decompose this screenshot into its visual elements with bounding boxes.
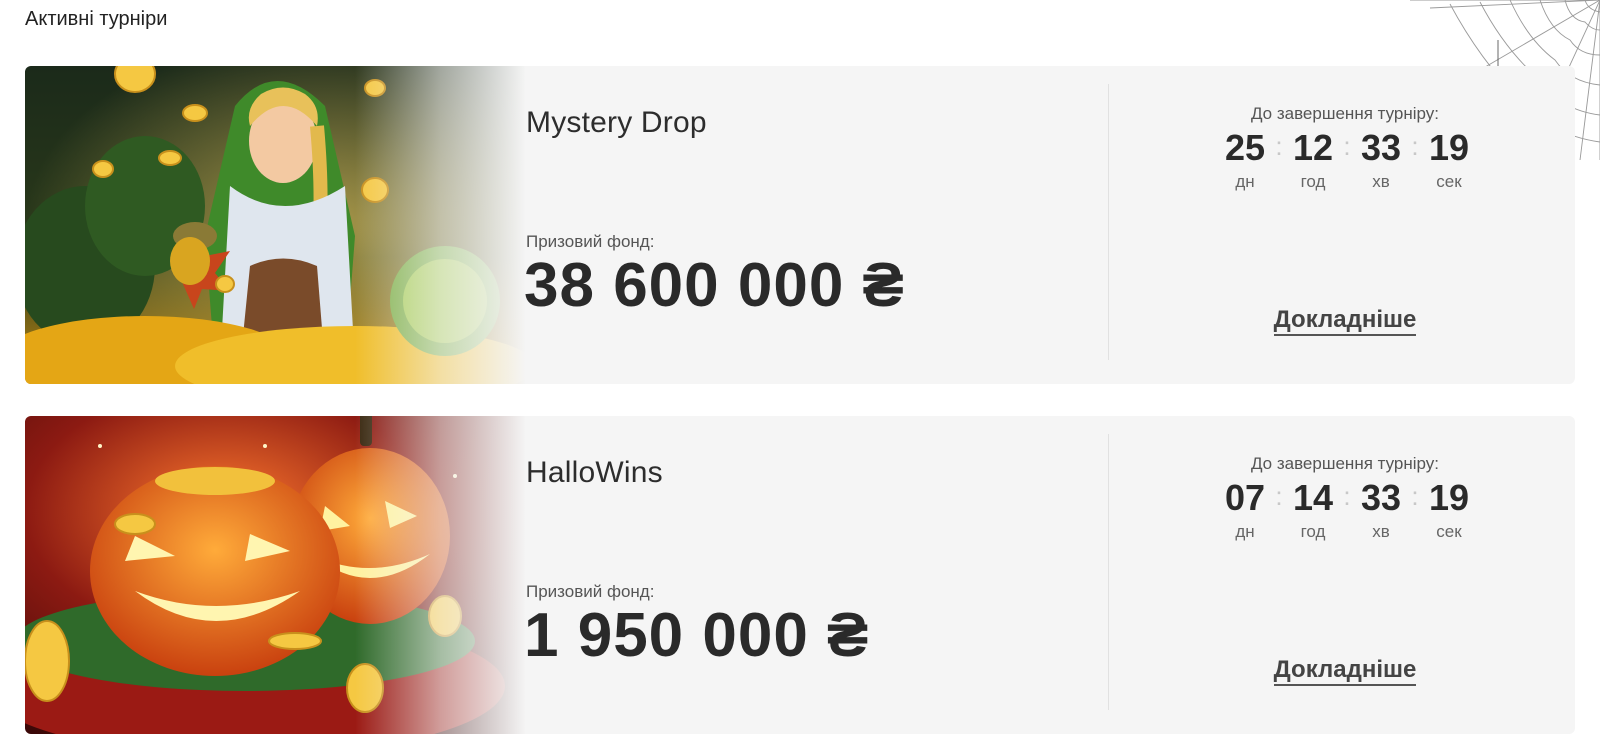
timer-hours: 12 год	[1288, 126, 1338, 192]
tournament-card-mystery-drop[interactable]: Mystery Drop Призовий фонд: 38 600 000 ₴…	[25, 66, 1575, 384]
details-link[interactable]: Докладніше	[1273, 306, 1417, 336]
countdown-timer: 25 дн : 12 год : 33 хв : 19 сек	[1220, 126, 1474, 192]
timer-seconds: 19 сек	[1424, 126, 1474, 192]
tournament-card-hallowins[interactable]: HalloWins Призовий фонд: 1 950 000 ₴ До …	[25, 416, 1575, 734]
prize-fund-label: Призовий фонд:	[526, 582, 655, 601]
prize-fund-value: 38 600 000 ₴	[524, 251, 905, 320]
timer-value: 33	[1360, 477, 1402, 518]
timer-minutes: 33 хв	[1356, 126, 1406, 192]
section-title: Активні турніри	[25, 8, 168, 30]
timer-unit: хв	[1372, 522, 1390, 541]
countdown-timer: 07 дн : 14 год : 33 хв : 19 сек	[1220, 476, 1474, 542]
timer-value: 19	[1428, 127, 1470, 168]
timer-unit: год	[1300, 172, 1326, 191]
timer-unit: сек	[1436, 522, 1462, 541]
timer-value: 33	[1360, 127, 1402, 168]
timer-unit: дн	[1235, 522, 1255, 541]
timer-separator: :	[1411, 131, 1419, 161]
timer-value: 19	[1428, 477, 1470, 518]
timer-unit: хв	[1372, 172, 1390, 191]
timer-unit: год	[1300, 522, 1326, 541]
timer-title: До завершення турніру:	[1250, 454, 1440, 473]
timer-value: 14	[1292, 477, 1334, 518]
prize-fund-value: 1 950 000 ₴	[524, 601, 870, 670]
timer-hours: 14 год	[1288, 476, 1338, 542]
timer-separator: :	[1343, 481, 1351, 511]
details-link-wrap: Докладніше	[1205, 656, 1485, 686]
timer-value: 07	[1224, 477, 1266, 518]
banner-fade	[355, 416, 545, 734]
timer-separator: :	[1275, 131, 1283, 161]
timer-minutes: 33 хв	[1356, 476, 1406, 542]
prize-fund-label: Призовий фонд:	[526, 232, 655, 251]
timer-separator: :	[1275, 481, 1283, 511]
timer-value: 25	[1224, 127, 1266, 168]
tournament-name: Mystery Drop	[526, 106, 707, 139]
timer-unit: дн	[1235, 172, 1255, 191]
divider	[1108, 434, 1109, 710]
timer-seconds: 19 сек	[1424, 476, 1474, 542]
timer-title: До завершення турніру:	[1250, 104, 1440, 123]
timer-separator: :	[1411, 481, 1419, 511]
details-link-wrap: Докладніше	[1205, 306, 1485, 336]
divider	[1108, 84, 1109, 360]
banner-fade	[355, 66, 545, 384]
timer-separator: :	[1343, 131, 1351, 161]
timer-days: 07 дн	[1220, 476, 1270, 542]
timer-days: 25 дн	[1220, 126, 1270, 192]
tournament-name: HalloWins	[526, 456, 663, 489]
timer-value: 12	[1292, 127, 1334, 168]
details-link[interactable]: Докладніше	[1273, 656, 1417, 686]
timer-unit: сек	[1436, 172, 1462, 191]
